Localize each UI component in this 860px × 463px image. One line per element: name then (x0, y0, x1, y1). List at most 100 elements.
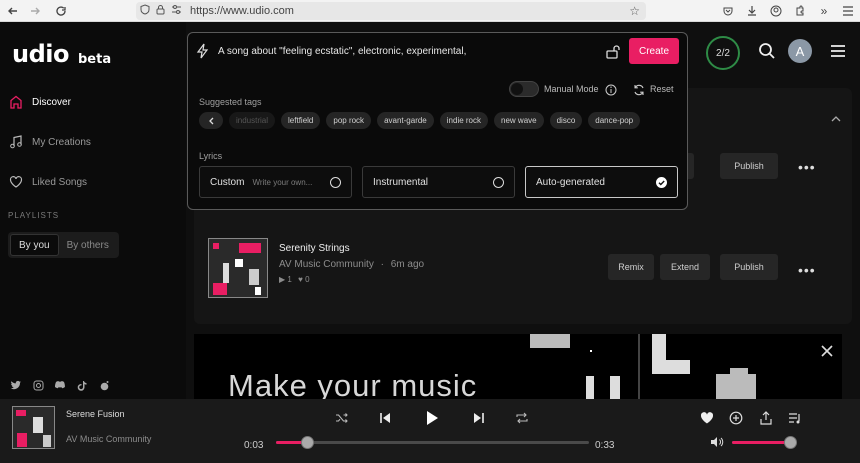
song-artist: AV Music Community · 6m ago (279, 259, 424, 270)
tag-chip[interactable]: pop rock (326, 112, 372, 129)
shuffle-icon[interactable] (335, 411, 351, 427)
volume-handle[interactable] (783, 436, 797, 449)
lyrics-option-custom[interactable]: Custom Write your own... (199, 166, 352, 198)
publish-button[interactable]: Publish (720, 254, 778, 280)
tag-chip[interactable]: indie rock (439, 112, 489, 129)
instagram-icon[interactable] (32, 379, 44, 391)
browser-toolbar: https://www.udio.com ☆ » (0, 0, 860, 22)
banner-art (530, 334, 842, 404)
radio-button[interactable] (330, 177, 341, 188)
lyrics-option-instrumental[interactable]: Instrumental (362, 166, 515, 198)
filter-by-you[interactable]: By you (10, 234, 59, 256)
url-text: https://www.udio.com (190, 5, 294, 17)
home-icon (8, 94, 24, 110)
suggested-tags: industrial leftfield pop rock avant-gard… (199, 112, 641, 129)
address-bar[interactable]: https://www.udio.com ☆ (136, 2, 646, 20)
sidebar-item-my-creations[interactable]: My Creations (8, 134, 91, 150)
lyrics-option-label: Custom (210, 176, 245, 188)
back-icon[interactable] (2, 0, 24, 22)
avatar[interactable]: A (788, 39, 812, 63)
prompt-input[interactable]: A song about "feeling ecstatic", electro… (218, 46, 598, 57)
radio-checked-icon[interactable] (656, 177, 667, 188)
radio-button[interactable] (493, 177, 504, 188)
forward-icon[interactable] (24, 0, 46, 22)
more-options-icon[interactable]: ••• (798, 159, 816, 175)
chevron-up-icon[interactable] (831, 114, 841, 126)
volume-icon[interactable] (710, 435, 724, 449)
song-stats: ▶ 1 ♥ 0 (279, 275, 310, 284)
repeat-icon[interactable] (515, 411, 531, 427)
publish-button[interactable]: Publish (720, 153, 778, 179)
discord-icon[interactable] (54, 379, 66, 391)
unlock-icon[interactable] (605, 44, 621, 60)
tiktok-icon[interactable] (76, 379, 88, 391)
add-circle-icon[interactable] (729, 411, 743, 425)
now-playing-artist[interactable]: AV Music Community (66, 434, 151, 444)
now-playing-title[interactable]: Serene Fusion (66, 409, 125, 419)
previous-track-icon[interactable] (378, 411, 394, 427)
artist-link[interactable]: AV Music Community (279, 259, 374, 270)
tag-chip[interactable]: disco (549, 112, 583, 129)
lyrics-option-auto-generated[interactable]: Auto-generated (525, 166, 678, 198)
tag-chip[interactable]: leftfield (281, 112, 321, 129)
more-options-icon[interactable]: ••• (798, 262, 816, 278)
reddit-icon[interactable] (98, 379, 110, 391)
hamburger-menu-icon[interactable] (830, 44, 846, 58)
queue-list-icon[interactable] (788, 411, 802, 425)
progress-handle[interactable] (301, 436, 315, 449)
share-icon[interactable] (759, 411, 773, 425)
info-icon[interactable] (605, 83, 617, 96)
lightning-icon (196, 43, 210, 59)
tag-chip[interactable]: industrial (229, 112, 276, 129)
custom-lyrics-placeholder: Write your own... (252, 177, 313, 187)
sidebar-item-discover[interactable]: Discover (8, 94, 71, 110)
extend-button[interactable]: Extend (660, 254, 710, 280)
create-button[interactable]: Create (629, 38, 679, 64)
search-icon[interactable] (758, 42, 776, 60)
reload-icon[interactable] (50, 0, 72, 22)
lyrics-label: Lyrics (199, 151, 223, 161)
song-row[interactable]: Serenity Strings AV Music Community · 6m… (208, 238, 838, 300)
play-count-icon: ▶ (279, 275, 286, 284)
sidebar-item-label: Discover (32, 96, 71, 108)
play-count: 1 (287, 275, 292, 284)
shield-icon (140, 4, 150, 18)
close-icon[interactable] (820, 344, 834, 358)
twitter-icon[interactable] (10, 379, 22, 391)
tags-prev-icon[interactable] (199, 112, 223, 129)
tag-chip[interactable]: dance-pop (588, 112, 641, 129)
filter-by-others[interactable]: By others (59, 234, 117, 256)
logo-beta-badge: beta (78, 52, 112, 67)
site-settings-icon (171, 5, 182, 17)
download-icon[interactable] (740, 0, 764, 22)
credits-indicator[interactable]: 2/2 (706, 36, 740, 70)
overflow-chevrons-icon[interactable]: » (812, 0, 836, 22)
sidebar-item-liked-songs[interactable]: Liked Songs (8, 174, 87, 190)
progress-bar[interactable] (276, 436, 589, 449)
browser-menu-icon[interactable] (836, 0, 860, 22)
suggested-tags-label: Suggested tags (199, 97, 262, 107)
sidebar-item-label: Liked Songs (32, 176, 88, 188)
tag-chip[interactable]: avant-garde (377, 112, 434, 129)
manual-mode-toggle[interactable] (509, 81, 539, 97)
like-heart-icon[interactable] (700, 411, 714, 425)
logo[interactable]: udio (12, 40, 69, 68)
extensions-icon[interactable] (788, 0, 812, 22)
like-count: 0 (305, 275, 310, 284)
account-icon[interactable] (764, 0, 788, 22)
tag-chip[interactable]: new wave (494, 112, 544, 129)
like-count-icon: ♥ (298, 275, 303, 284)
reset-label[interactable]: Reset (650, 84, 674, 94)
play-icon[interactable] (424, 409, 440, 425)
reset-icon[interactable] (633, 83, 645, 96)
lock-icon (156, 4, 165, 18)
next-track-icon[interactable] (472, 411, 488, 427)
volume-slider[interactable] (732, 436, 797, 449)
pocket-icon[interactable] (716, 0, 740, 22)
song-thumbnail[interactable] (208, 238, 268, 298)
now-playing-thumbnail[interactable] (12, 406, 55, 449)
remix-button[interactable]: Remix (608, 254, 654, 280)
bookmark-star-icon[interactable]: ☆ (629, 4, 640, 18)
song-title[interactable]: Serenity Strings (279, 243, 350, 254)
heart-icon (8, 174, 24, 190)
